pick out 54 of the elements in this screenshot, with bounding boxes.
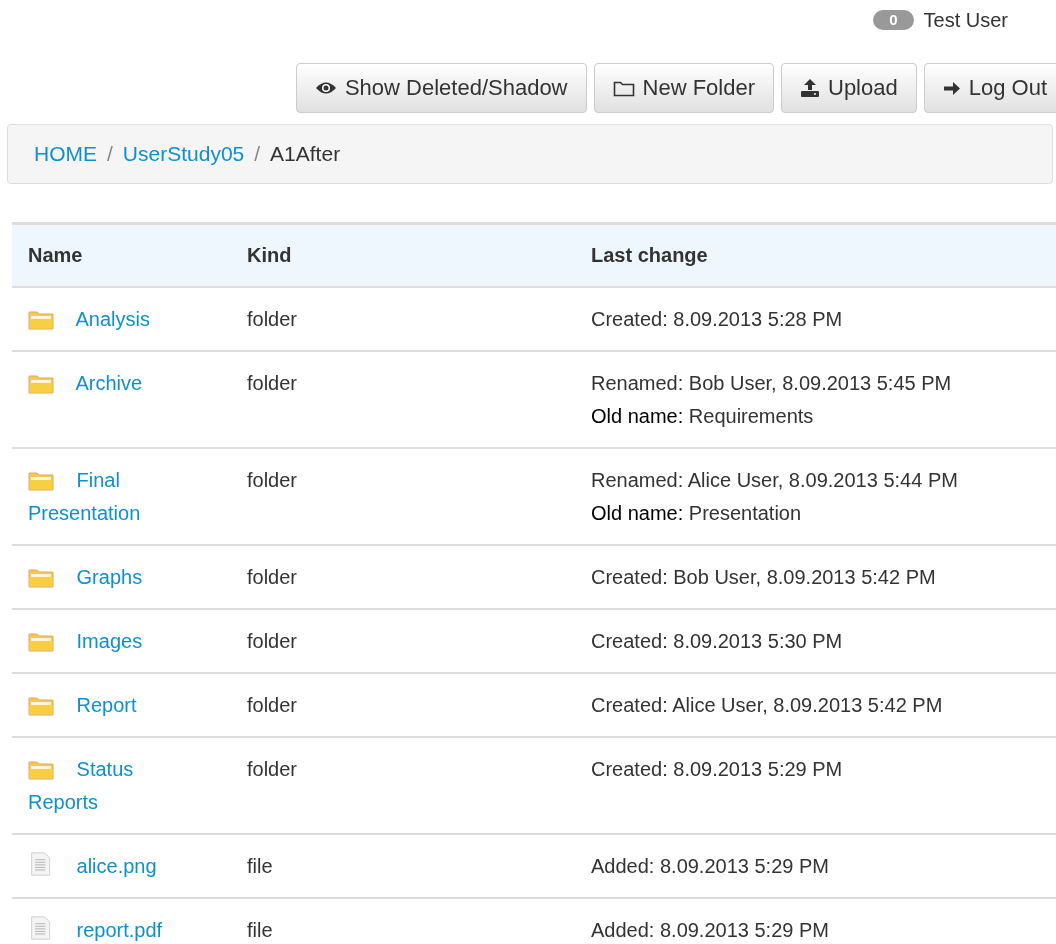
last-change-text: Renamed: Alice User, 8.09.2013 5:44 PM (591, 468, 959, 493)
item-name-link[interactable]: Analysis (28, 303, 203, 336)
item-name-link[interactable]: Graphs (28, 561, 203, 594)
item-name-link[interactable]: Final Presentation (28, 464, 203, 530)
upload-button[interactable]: Upload (781, 63, 917, 113)
item-kind: folder (247, 694, 298, 716)
item-name-link[interactable]: Report (28, 689, 203, 722)
show-deleted-button[interactable]: Show Deleted/Shadow (295, 63, 587, 113)
folder-icon (28, 696, 55, 716)
last-change-text: Created: 8.09.2013 5:29 PM (591, 757, 844, 782)
item-kind: folder (247, 308, 298, 330)
column-header: Last change (591, 244, 708, 266)
item-name-link[interactable]: report.pdf (28, 914, 203, 944)
item-kind: folder (247, 469, 298, 491)
item-name-link[interactable]: alice.png (28, 850, 203, 883)
folder-icon (28, 374, 55, 394)
last-change-text: Created: Bob User, 8.09.2013 5:42 PM (591, 565, 937, 590)
folder-icon (28, 310, 55, 330)
breadcrumb-link[interactable]: UserStudy05 (122, 142, 245, 166)
folder-icon (28, 568, 55, 588)
new-folder-button[interactable]: New Folder (593, 63, 774, 113)
old-name-text: Old name: Presentation (591, 501, 803, 526)
breadcrumb-separator: / (253, 142, 262, 166)
item-kind: folder (247, 566, 298, 588)
breadcrumb-separator: / (106, 142, 114, 166)
folder-icon (28, 760, 55, 780)
folder-icon (612, 79, 635, 97)
last-change-text: Created: 8.09.2013 5:30 PM (591, 629, 844, 654)
item-kind: folder (247, 758, 298, 780)
item-kind: file (247, 855, 273, 877)
upload-icon (800, 79, 820, 97)
item-kind: folder (247, 630, 298, 652)
folder-icon (28, 632, 55, 652)
last-change-text: Created: Alice User, 8.09.2013 5:42 PM (591, 693, 944, 718)
last-change-text: Renamed: Bob User, 8.09.2013 5:45 PM (591, 371, 953, 396)
breadcrumb-current: A1After (270, 142, 341, 166)
log-out-button[interactable]: Log Out (923, 63, 1056, 113)
item-name-link[interactable]: Images (28, 625, 203, 658)
column-header: Kind (247, 244, 292, 266)
old-name-text: Old name: Requirements (591, 404, 815, 429)
user-name: Test User (923, 8, 1008, 32)
last-change-text: Created: 8.09.2013 5:28 PM (591, 307, 844, 332)
folder-icon (28, 471, 55, 491)
item-name-link[interactable]: Status Reports (28, 753, 203, 819)
item-name-link[interactable]: Archive (28, 367, 203, 400)
last-change-text: Added: 8.09.2013 5:29 PM (591, 854, 830, 879)
column-header: Name (28, 244, 83, 266)
count-badge: 0 (873, 10, 914, 30)
item-kind: file (247, 919, 273, 941)
breadcrumb-link[interactable]: HOME (34, 142, 97, 166)
eye-icon (314, 81, 337, 95)
item-kind: folder (247, 372, 298, 394)
last-change-text: Added: 8.09.2013 5:29 PM (591, 918, 830, 943)
arrow-right-icon (942, 79, 961, 97)
